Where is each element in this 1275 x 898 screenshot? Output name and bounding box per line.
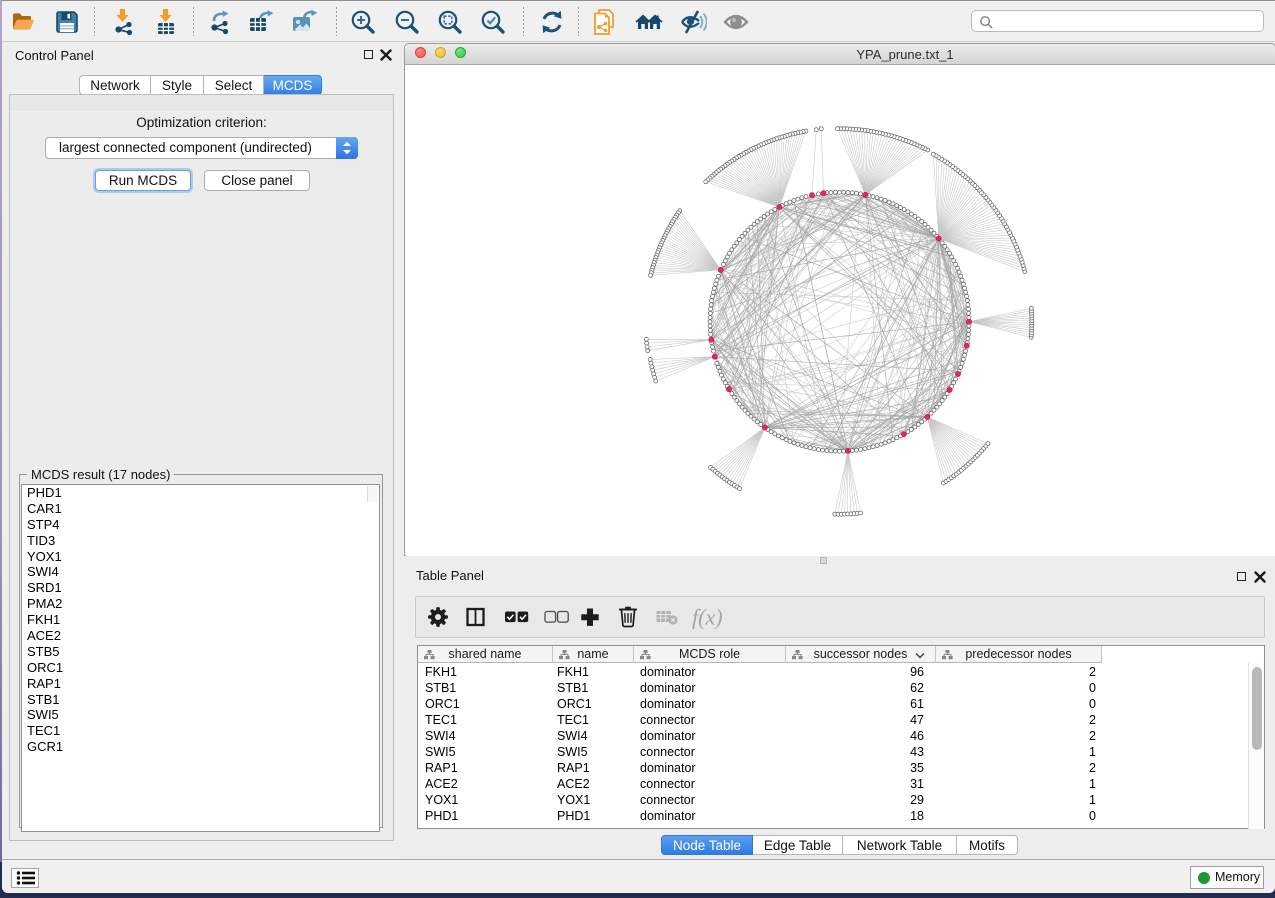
svg-text:f(x): f(x) xyxy=(692,605,723,630)
